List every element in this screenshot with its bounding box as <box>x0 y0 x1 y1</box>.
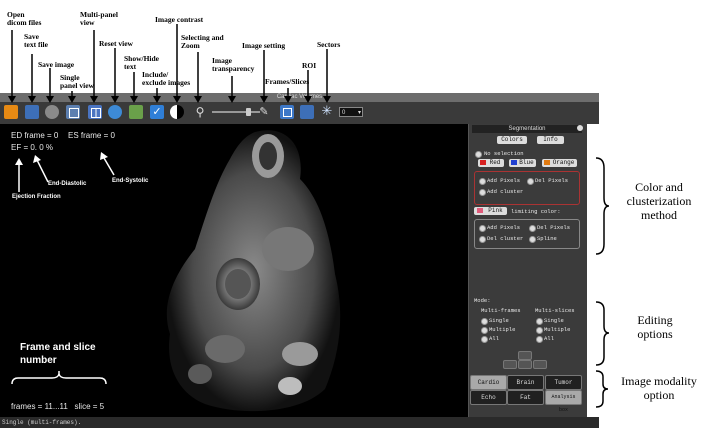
annotation-arrows <box>8 24 610 408</box>
